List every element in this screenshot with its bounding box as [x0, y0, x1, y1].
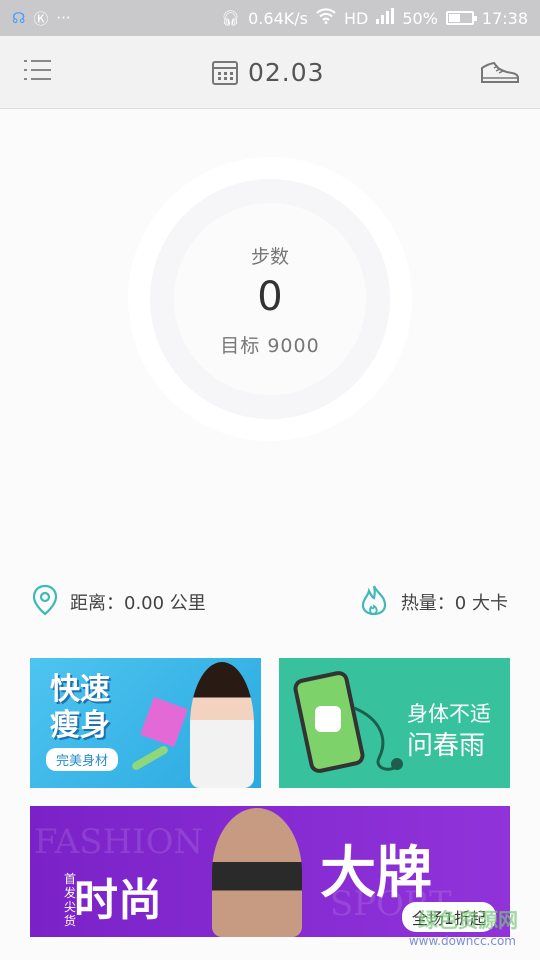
- dumbbell-image: [130, 744, 170, 772]
- shoe-icon[interactable]: [480, 60, 520, 86]
- banner-subtitle: 完美身材: [46, 748, 119, 771]
- steps-goal: 目标 9000: [220, 335, 320, 357]
- towel-image: [140, 697, 188, 747]
- banner-health-line2: 问春雨: [407, 731, 486, 761]
- distance-text: 距离：0.00 公里: [70, 593, 206, 614]
- banner-title-line2: 瘦身: [50, 708, 110, 743]
- hd-label: HD: [343, 8, 369, 28]
- banner-health-text: 身体不适 问春雨: [407, 698, 491, 762]
- banner-brand-title: 大牌: [320, 841, 432, 906]
- signal-icon: [376, 8, 395, 28]
- calories-stat: 热量：0 大卡: [359, 584, 508, 620]
- banner-title: 快速 瘦身: [50, 672, 110, 744]
- app-logo-icon: [315, 706, 341, 732]
- headphone-icon: 🎧︎: [221, 9, 241, 27]
- banner-health-line1: 身体不适: [407, 702, 491, 726]
- flame-icon: [359, 584, 389, 620]
- watermark-text: 绿色资源网: [418, 908, 518, 932]
- banner-fashion-title: 时尚: [74, 875, 162, 926]
- model-figure-sport: [212, 808, 302, 937]
- model-figure: [190, 662, 254, 788]
- calories-text: 热量：0 大卡: [400, 593, 508, 614]
- headset-status-icon: ☊: [12, 9, 26, 27]
- steps-label: 步数: [250, 246, 289, 268]
- menu-icon[interactable]: [24, 58, 52, 84]
- battery-fill: [448, 14, 460, 22]
- banner-health-consult[interactable]: 身体不适 问春雨: [279, 658, 510, 788]
- date-label: 02.03: [248, 58, 325, 87]
- wifi-icon: [316, 8, 336, 28]
- banner-weight-loss[interactable]: 快速 瘦身 完美身材: [30, 658, 261, 788]
- status-bar: ☊ Ⓚ ··· 🎧︎ 0.64K/s HD 50% 17:38: [0, 0, 540, 36]
- battery-icon: [445, 11, 477, 25]
- k-icon: Ⓚ: [33, 9, 49, 28]
- net-speed: 0.64K/s: [248, 8, 308, 28]
- watermark-url: www.downcc.com: [408, 934, 516, 948]
- steps-value: 0: [257, 274, 283, 320]
- stethoscope-icon: [353, 706, 403, 771]
- calendar-icon: [212, 60, 238, 85]
- battery-percent: 50%: [402, 8, 438, 28]
- banner-bg-fashion: FASHION: [34, 822, 204, 862]
- clock: 17:38: [481, 8, 528, 28]
- app-bar: 02.03: [0, 36, 540, 109]
- distance-stat: 距离：0.00 公里: [32, 584, 206, 620]
- location-pin-icon: [32, 584, 58, 620]
- banner-title-line1: 快速: [50, 672, 110, 707]
- more-dots-icon: ···: [56, 9, 71, 27]
- date-selector[interactable]: 02.03: [212, 58, 325, 87]
